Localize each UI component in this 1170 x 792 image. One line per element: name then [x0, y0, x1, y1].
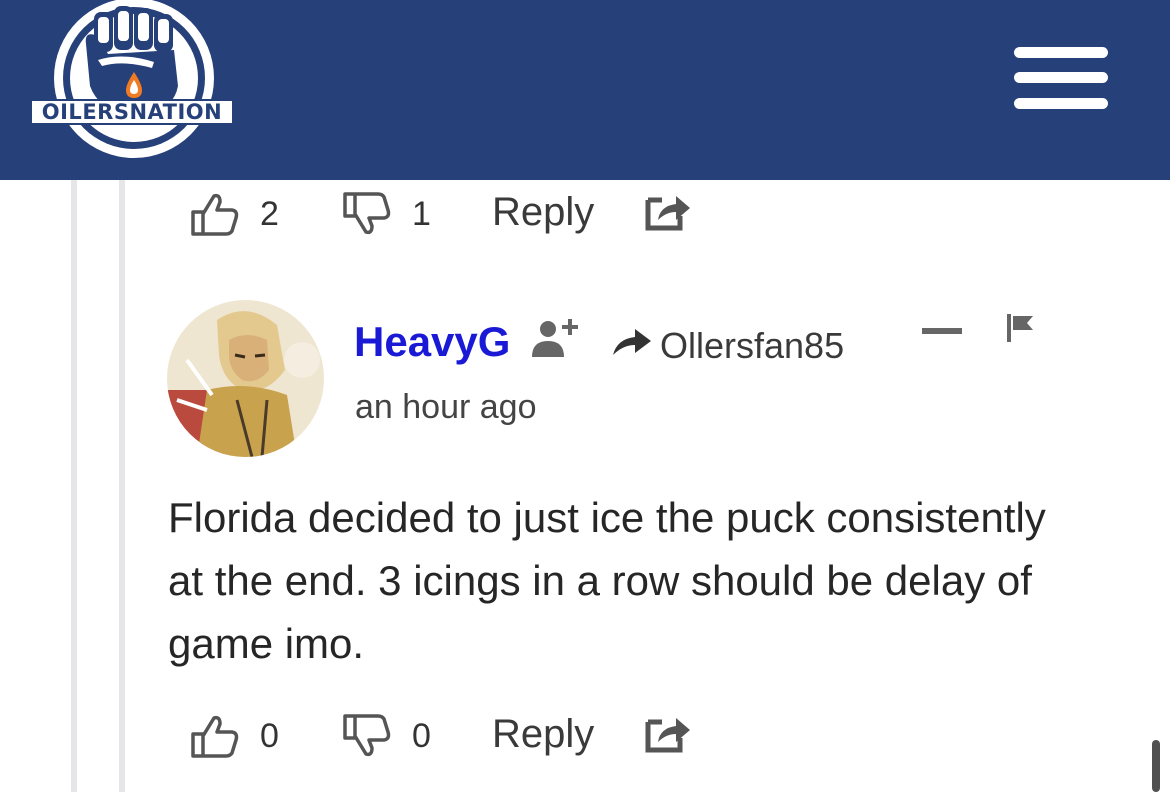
reply-button[interactable]: Reply	[492, 712, 594, 757]
site-header: OILERSNATION	[0, 0, 1170, 180]
follow-user-icon[interactable]	[528, 313, 584, 361]
share-icon[interactable]	[644, 192, 692, 232]
comment-username[interactable]: HeavyG	[354, 318, 510, 366]
downvote-count: 1	[412, 195, 431, 233]
flag-icon[interactable]	[1005, 312, 1037, 344]
logo-wordmark: OILERSNATION	[30, 99, 234, 125]
thumbs-down-icon[interactable]	[342, 190, 392, 238]
scrollbar[interactable]	[1152, 740, 1160, 792]
site-logo[interactable]: OILERSNATION	[28, 0, 240, 164]
comment-body: Florida decided to just ice the puck con…	[168, 494, 1046, 667]
upvote-count: 0	[260, 717, 279, 755]
page: OILERSNATION 2 1 Reply HeavyG Ollersfan8…	[0, 0, 1170, 792]
thumbs-up-icon[interactable]	[190, 712, 240, 760]
thumbs-up-icon[interactable]	[190, 190, 240, 238]
comment-actions: 0 0 Reply	[190, 712, 710, 762]
previous-comment-actions: 2 1 Reply	[190, 190, 710, 240]
thumbs-down-icon[interactable]	[342, 712, 392, 760]
fist-logo-icon	[54, 0, 214, 158]
hamburger-menu-icon[interactable]	[1014, 45, 1110, 111]
avatar-image	[167, 300, 324, 457]
reply-button[interactable]: Reply	[492, 190, 594, 235]
upvote-count: 2	[260, 195, 279, 233]
reply-to-arrow-icon	[613, 329, 651, 355]
thread-line	[119, 180, 125, 792]
share-icon[interactable]	[644, 714, 692, 754]
downvote-count: 0	[412, 717, 431, 755]
collapse-icon[interactable]	[922, 326, 962, 336]
avatar[interactable]	[167, 300, 324, 457]
thread-line	[71, 180, 77, 792]
comment-timestamp: an hour ago	[355, 388, 537, 426]
reply-to-username[interactable]: Ollersfan85	[660, 325, 844, 367]
